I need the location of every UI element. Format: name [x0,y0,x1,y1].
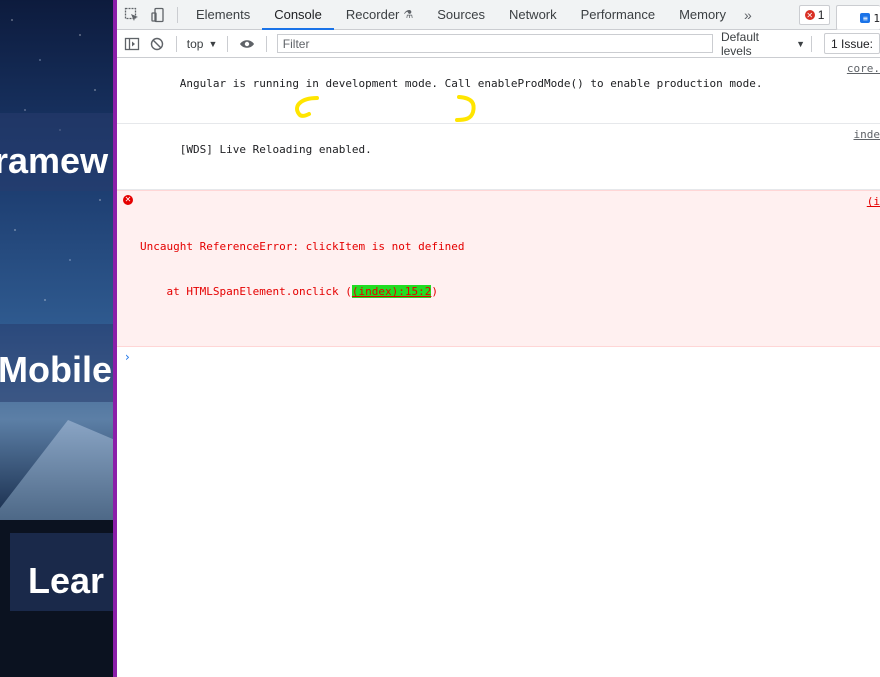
sidebar-toggle-icon[interactable] [119,29,144,58]
error-count: 1 [817,8,825,22]
context-selector[interactable]: top ▼ [183,37,222,51]
experiment-flask-icon: ⚗ [403,9,414,21]
inspect-element-icon[interactable] [119,0,145,29]
error-icon: ✕ [804,10,815,20]
tab-label: Network [508,7,557,22]
divider [177,6,178,23]
error-count-badge[interactable]: ✕ 1 [798,5,831,25]
devtools-tab-bar: Elements Console Recorder ⚗ Sources Netwo… [117,0,880,30]
tab-label: Sources [437,7,485,22]
background-heading-2[interactable]: Mobile [0,349,112,391]
stack-suffix: ) [431,285,439,298]
tab-performance[interactable]: Performance [569,0,667,29]
live-expression-eye-icon[interactable] [234,29,259,58]
log-levels-dropdown[interactable]: Default levels ▼ [721,30,805,58]
message-text: Angular is running in development mode. … [179,77,763,90]
background-heading-3[interactable]: Lear [28,560,104,602]
filter-input[interactable] [276,34,713,53]
divider [227,35,229,52]
tab-console[interactable]: Console [262,0,334,30]
more-tabs-icon[interactable]: » [738,7,758,23]
tab-recorder[interactable]: Recorder ⚗ [334,0,425,29]
background-heading-1[interactable]: ramew [0,140,108,182]
stack-prefix: at HTMLSpanElement.onclick ( [140,285,352,298]
error-text: Uncaught ReferenceError: clickItem is no… [140,240,465,253]
tab-label: Elements [196,7,251,22]
divider [811,35,812,52]
clear-console-icon[interactable] [144,29,169,58]
source-link[interactable]: core. [847,61,880,76]
console-prompt[interactable]: › [117,347,880,364]
console-output: Angular is running in development mode. … [117,58,880,364]
source-link[interactable]: (i [867,194,880,209]
tab-sources[interactable]: Sources [425,0,497,29]
tab-label: Memory [679,7,727,22]
tab-label: Recorder [345,7,400,22]
error-icon: ✕ [123,195,133,205]
devtools-panel: Elements Console Recorder ⚗ Sources Netwo… [117,0,880,677]
divider [265,35,267,52]
source-link[interactable]: inde [854,127,880,142]
tab-elements[interactable]: Elements [184,0,262,29]
console-toolbar: top ▼ Default levels ▼ 1 Issue: [117,30,880,58]
message-icon: ≡ [860,13,871,23]
prompt-chevron-icon: › [125,350,130,364]
console-error-message: ✕ Uncaught ReferenceError: clickItem is … [117,190,880,347]
stack-source-link[interactable]: (index):15:2 [351,285,432,298]
issues-button[interactable]: 1 Issue: [823,33,880,54]
message-count-badge[interactable]: ≡ 1 [836,5,880,30]
background-webpage: ramew Mobile Lear [0,0,113,677]
issues-label: 1 Issue: [830,36,874,51]
tab-network[interactable]: Network [497,0,569,29]
device-toolbar-icon[interactable] [145,0,171,29]
tab-memory[interactable]: Memory [667,0,738,29]
console-message: [WDS] Live Reloading enabled. inde [117,124,880,190]
divider [175,35,177,52]
error-stack-line: at HTMLSpanElement.onclick ((index):15:2… [140,284,880,299]
log-levels-label: Default levels [720,29,759,58]
chevron-down-icon: ▼ [796,38,805,49]
context-label: top [186,36,204,51]
console-message: Angular is running in development mode. … [117,58,880,124]
message-count: 1 [873,11,880,25]
message-text: [WDS] Live Reloading enabled. [179,143,372,156]
status-badges: ✕ 1 ≡ 1 [798,5,880,30]
tab-label: Performance [580,7,656,22]
tab-label: Console [274,7,322,22]
chevron-down-icon: ▼ [208,38,218,49]
